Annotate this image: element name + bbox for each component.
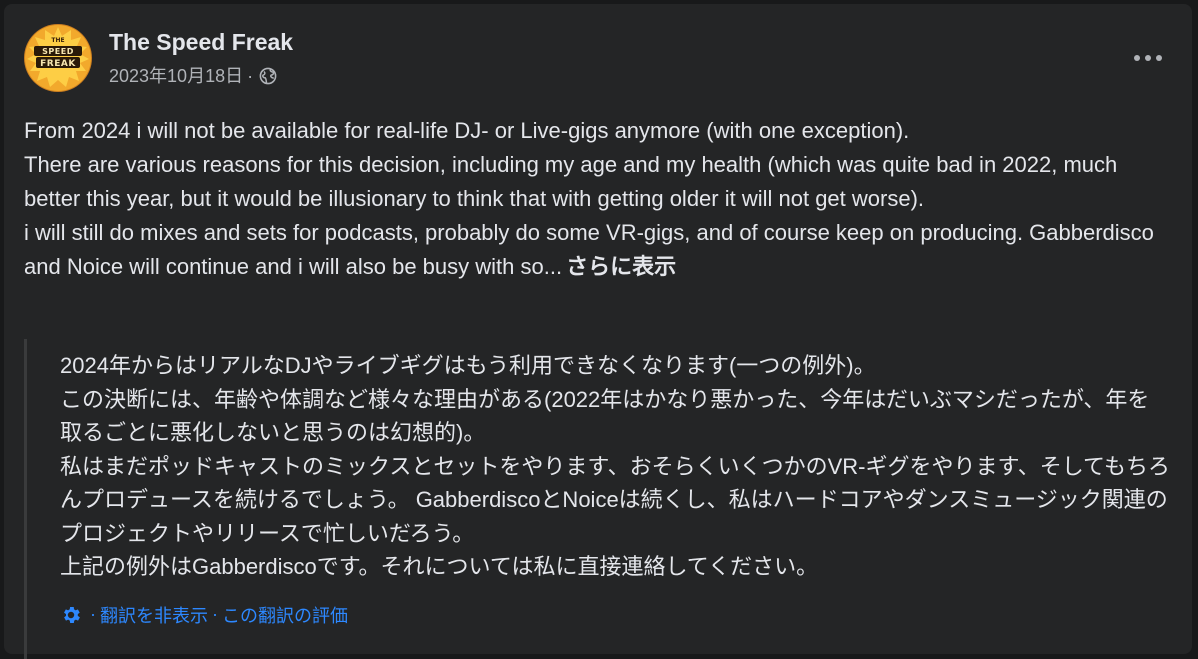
svg-text:THE: THE (51, 37, 64, 44)
translation-footer: · 翻訳を非表示 · この翻訳の評価 (60, 602, 1174, 628)
more-dot (1156, 55, 1162, 61)
post-line: From 2024 i will not be available for re… (24, 118, 910, 143)
post-date[interactable]: 2023年10月18日 (109, 64, 243, 88)
translation-text: 2024年からはリアルなDJやライブギグはもう利用できなくなります(一つの例外)… (60, 349, 1170, 584)
speed-freak-logo: SPEED FREAK THE (25, 25, 91, 91)
rate-translation-link[interactable]: この翻訳の評価 (222, 602, 348, 628)
translation-line: この決断には、年齢や体調など様々な理由がある(2022年はかなり悪かった、今年は… (60, 386, 1150, 446)
post-line: i will still do mixes and sets for podca… (24, 216, 1164, 284)
see-more-link[interactable]: さらに表示 (566, 254, 676, 279)
footer-separator: · (90, 604, 96, 624)
svg-text:FREAK: FREAK (40, 59, 76, 69)
footer-separator: · (212, 604, 218, 624)
translation-line: 私はまだポッドキャストのミックスとセットをやります、おそらくいくつかのVR-ギグ… (60, 453, 1170, 546)
post-meta: 2023年10月18日 · (109, 64, 277, 88)
gear-icon[interactable] (60, 604, 82, 626)
globe-icon[interactable] (259, 67, 277, 85)
author-name[interactable]: The Speed Freak (109, 28, 293, 56)
more-dot (1145, 55, 1151, 61)
translation-line: 上記の例外はGabberdiscoです。それについては私に直接連絡してください。 (60, 554, 819, 579)
author-avatar[interactable]: SPEED FREAK THE (24, 24, 92, 92)
post-line: There are various reasons for this decis… (24, 152, 1118, 211)
hide-translation-link[interactable]: 翻訳を非表示 (100, 602, 208, 628)
post-card: SPEED FREAK THE The Speed Freak 2023年10月… (4, 4, 1192, 659)
translation-line: 2024年からはリアルなDJやライブギグはもう利用できなくなります(一つの例外)… (60, 353, 876, 378)
translation-block: 2024年からはリアルなDJやライブギグはもう利用できなくなります(一つの例外)… (24, 339, 1174, 659)
svg-text:SPEED: SPEED (42, 47, 74, 56)
post-body: From 2024 i will not be available for re… (24, 114, 1164, 284)
post-header: SPEED FREAK THE The Speed Freak 2023年10月… (24, 24, 1174, 96)
meta-separator: · (247, 66, 254, 86)
more-options-icon (1134, 55, 1140, 61)
more-options-button[interactable] (1128, 38, 1168, 78)
